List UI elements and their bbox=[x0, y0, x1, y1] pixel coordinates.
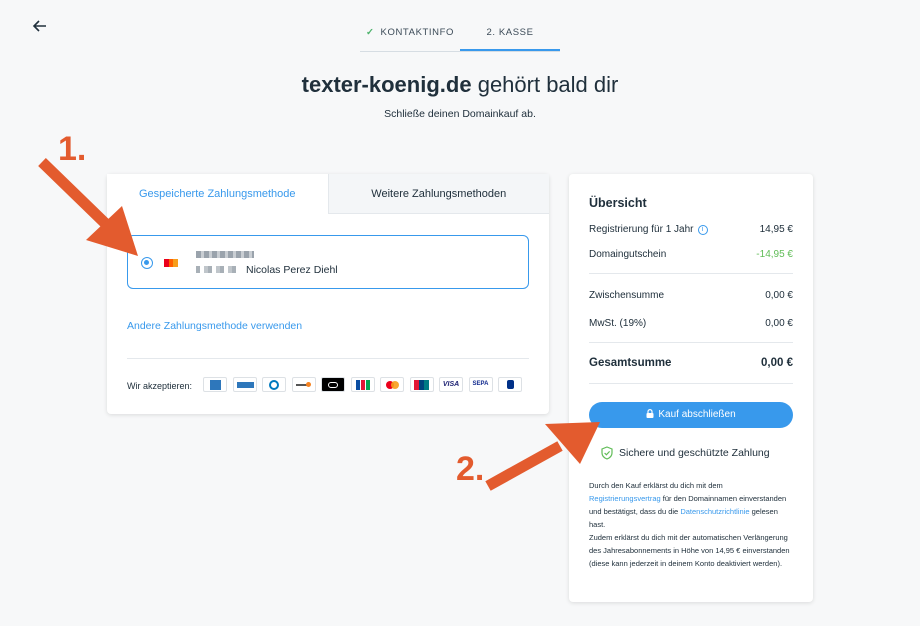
use-other-method-link[interactable]: Andere Zahlungsmethode verwenden bbox=[127, 320, 302, 332]
diners-icon bbox=[262, 377, 286, 392]
annotation-label-2: 2. bbox=[456, 450, 485, 488]
divider bbox=[589, 342, 793, 343]
divider bbox=[589, 273, 793, 274]
checkout-steps: ✓ KONTAKTINFO 2. KASSE bbox=[360, 22, 560, 52]
summary-title: Übersicht bbox=[589, 196, 647, 210]
privacy-policy-link[interactable]: Datenschutzrichtlinie bbox=[680, 507, 749, 516]
method-radio[interactable] bbox=[141, 257, 153, 269]
paypal-icon bbox=[498, 377, 522, 392]
payment-card: Gespeicherte Zahlungsmethode Weitere Zah… bbox=[107, 174, 549, 414]
masked-card-number bbox=[196, 251, 254, 258]
registration-row: Registrierung für 1 Jahr i 14,95 € bbox=[589, 224, 793, 235]
tab-saved-method[interactable]: Gespeicherte Zahlungsmethode bbox=[107, 174, 328, 214]
complete-purchase-button[interactable]: Kauf abschließen bbox=[589, 402, 793, 428]
lock-icon bbox=[646, 409, 654, 418]
accepted-label: Wir akzeptieren: bbox=[127, 381, 193, 391]
tab-other-methods[interactable]: Weitere Zahlungsmethoden bbox=[327, 174, 549, 214]
total-row: Gesamtsumme 0,00 € bbox=[589, 357, 793, 369]
arrow-left-icon[interactable] bbox=[30, 16, 50, 36]
sepa-icon: SEPA bbox=[468, 377, 493, 392]
amex-alt-icon bbox=[232, 377, 257, 392]
unionpay-icon bbox=[409, 377, 434, 392]
page-subtitle: Schließe deinen Domainkauf ab. bbox=[384, 108, 536, 120]
accepted-cards: VISA SEPA bbox=[203, 377, 522, 392]
annotation-label-1: 1. bbox=[58, 130, 87, 168]
order-summary: Übersicht Registrierung für 1 Jahr i 14,9… bbox=[569, 174, 813, 602]
legal-text: Durch den Kauf erklärst du dich mit dem … bbox=[589, 481, 790, 568]
saved-payment-method[interactable]: Nicolas Perez Diehl bbox=[127, 235, 529, 289]
voucher-row: Domaingutschein -14,95 € bbox=[589, 249, 793, 260]
shield-check-icon bbox=[601, 446, 613, 460]
divider bbox=[589, 383, 793, 384]
mastercard-icon bbox=[380, 377, 404, 392]
card-holder-name: Nicolas Perez Diehl bbox=[246, 264, 338, 276]
divider bbox=[127, 358, 529, 359]
jcb-icon bbox=[350, 377, 375, 392]
amex-icon bbox=[203, 377, 227, 392]
mastercard-icon bbox=[163, 258, 179, 268]
step-checkout[interactable]: 2. KASSE bbox=[460, 22, 560, 51]
payment-tabs: Gespeicherte Zahlungsmethode Weitere Zah… bbox=[107, 174, 549, 214]
registration-agreement-link[interactable]: Registrierungsvertrag bbox=[589, 494, 661, 503]
page-title: texter-koenig.de gehört bald dir bbox=[301, 72, 619, 97]
visa-icon: VISA bbox=[439, 377, 463, 392]
elo-icon bbox=[321, 377, 345, 392]
masked-expiry bbox=[196, 266, 236, 273]
secure-payment-note: Sichere und geschützte Zahlung bbox=[601, 446, 770, 460]
vat-row: MwSt. (19%) 0,00 € bbox=[589, 318, 793, 329]
check-icon: ✓ bbox=[365, 27, 375, 38]
subtotal-row: Zwischensumme 0,00 € bbox=[589, 290, 793, 301]
step-contact[interactable]: ✓ KONTAKTINFO bbox=[360, 22, 460, 51]
discover-icon bbox=[291, 377, 316, 392]
info-icon[interactable]: i bbox=[697, 225, 708, 235]
